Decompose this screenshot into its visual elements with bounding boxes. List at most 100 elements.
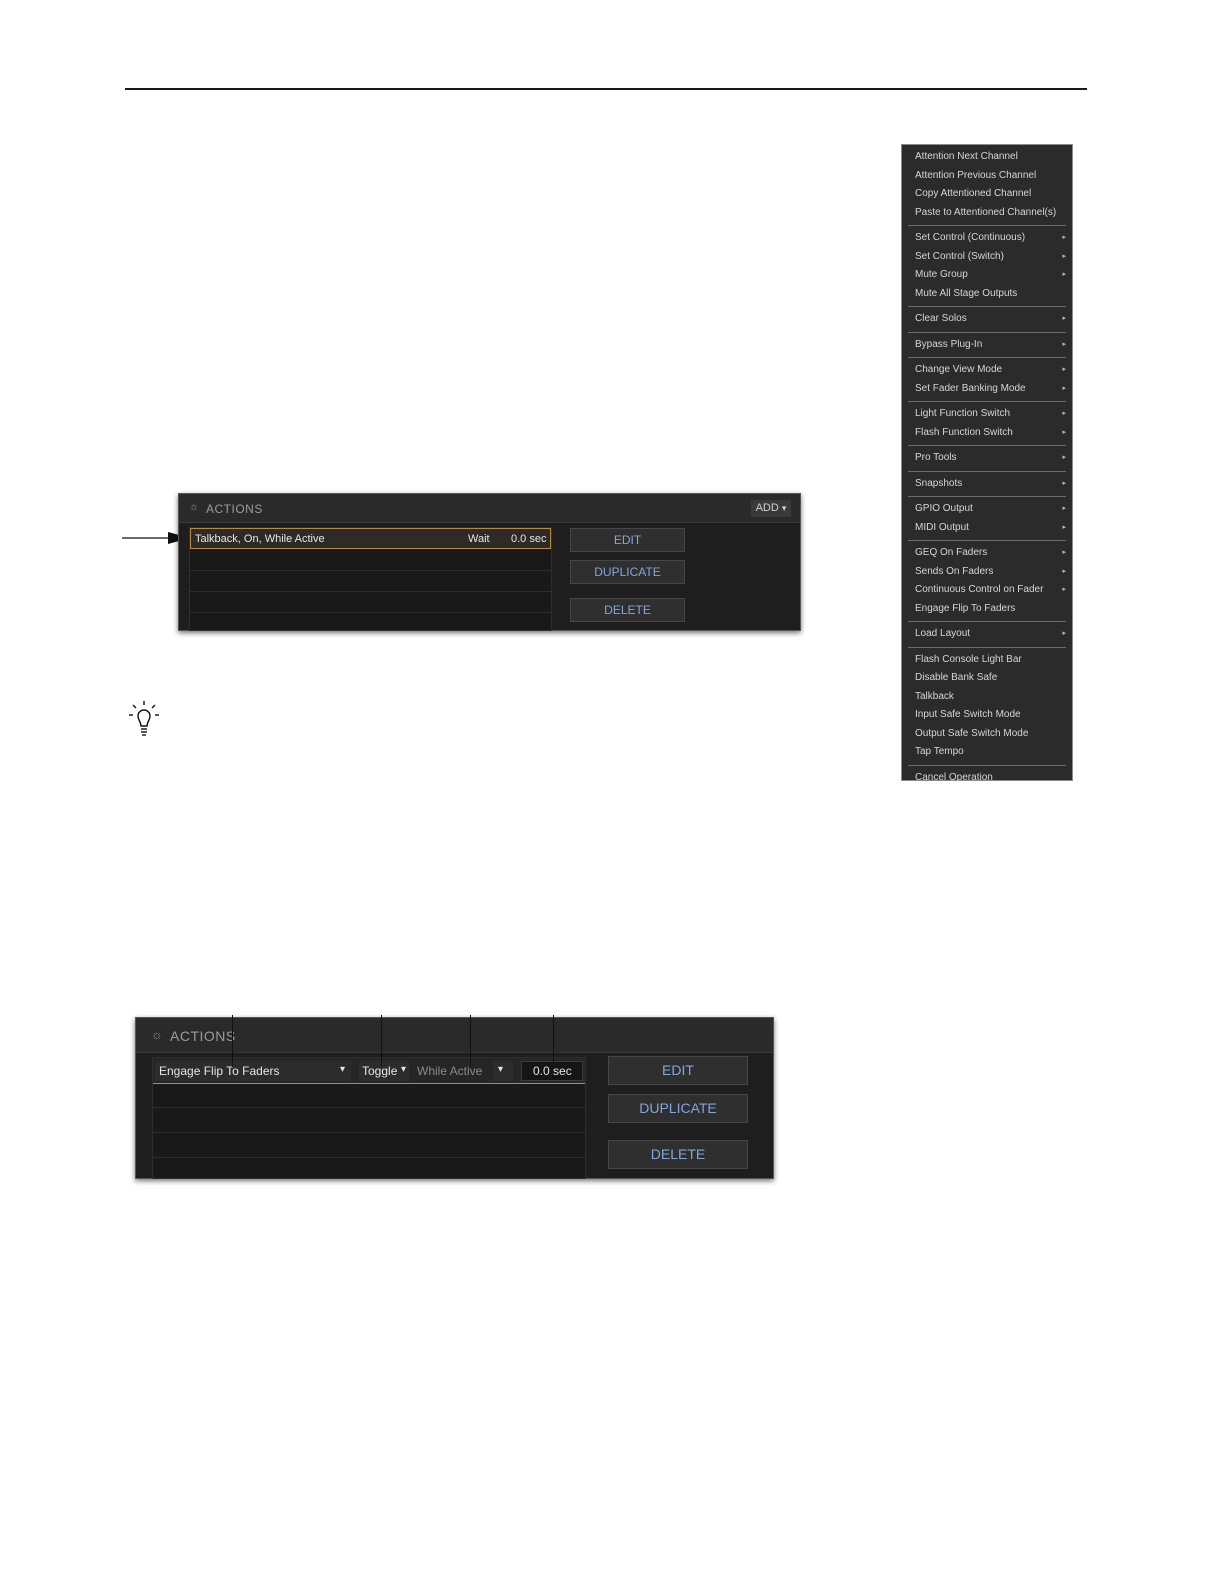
- menu-item[interactable]: Load Layout ▸: [902, 625, 1072, 644]
- menu-item-label: Attention Previous Channel: [915, 169, 1037, 181]
- add-button[interactable]: ADD ▾: [751, 500, 791, 517]
- menu-separator: [908, 331, 1066, 333]
- menu-item[interactable]: Tap Tempo: [902, 743, 1072, 762]
- submenu-arrow-icon: ▸: [1062, 315, 1066, 322]
- actions-panel-expanded: ☼ ACTIONS Engage Flip To Faders ▾ Toggle…: [135, 1017, 774, 1179]
- wait-label: Wait: [468, 533, 490, 545]
- menu-item[interactable]: Flash Console Light Bar: [902, 651, 1072, 670]
- menu-item[interactable]: Input Safe Switch Mode: [902, 706, 1072, 725]
- menu-item[interactable]: Mute All Stage Outputs: [902, 285, 1072, 304]
- menu-separator: [908, 540, 1066, 541]
- menu-item-label: MIDI Output: [915, 521, 969, 533]
- menu-separator: [908, 764, 1066, 766]
- menu-item[interactable]: Continuous Control on Fader ▸: [902, 581, 1072, 600]
- actions-panel-header: ☼ ACTIONS ADD ▾: [179, 494, 800, 523]
- action-row-selected[interactable]: Talkback, On, While Active Wait 0.0 sec: [190, 528, 551, 549]
- menu-item-label: Continuous Control on Fader: [915, 584, 1044, 595]
- menu-item-label: Flash Console Light Bar: [915, 653, 1022, 665]
- menu-item[interactable]: Engage Flip To Faders: [902, 600, 1072, 619]
- menu-item-label: Bypass Plug-In: [915, 338, 983, 350]
- timing-dropdown[interactable]: ▾: [493, 1061, 513, 1081]
- menu-item-label: Disable Bank Safe: [915, 672, 998, 683]
- menu-item-label: Clear Solos: [915, 313, 967, 324]
- submenu-arrow-icon: ▸: [1062, 410, 1066, 417]
- list-divider: [153, 1157, 585, 1158]
- menu-separator: [908, 470, 1066, 472]
- menu-separator: [908, 306, 1066, 307]
- submenu-arrow-icon: ▸: [1062, 549, 1066, 556]
- menu-item[interactable]: Mute Group ▸: [902, 266, 1072, 285]
- menu-item[interactable]: Cancel Operation: [902, 769, 1072, 788]
- menu-item[interactable]: Clear Solos ▸: [902, 310, 1072, 329]
- actions-title: ACTIONS: [170, 1028, 236, 1044]
- delete-button[interactable]: DELETE: [608, 1140, 748, 1169]
- delete-button[interactable]: DELETE: [570, 598, 685, 622]
- submenu-arrow-icon: ▸: [1062, 340, 1066, 348]
- list-divider: [190, 591, 551, 592]
- menu-item[interactable]: GPIO Output ▸: [902, 500, 1072, 519]
- menu-item[interactable]: Output Safe Switch Mode: [902, 725, 1072, 744]
- list-divider: [190, 612, 551, 613]
- menu-item-label: Sends On Faders: [915, 565, 994, 577]
- list-divider: [153, 1107, 585, 1108]
- menu-item[interactable]: Attention Previous Channel: [902, 167, 1072, 186]
- menu-item-label: Input Safe Switch Mode: [915, 709, 1021, 720]
- menu-item[interactable]: Flash Function Switch ▸: [902, 424, 1072, 443]
- menu-item[interactable]: Set Control (Continuous) ▸: [902, 229, 1072, 248]
- submenu-arrow-icon: ▸: [1062, 428, 1066, 436]
- menu-item[interactable]: MIDI Output ▸: [902, 519, 1072, 538]
- action-row-editing[interactable]: Engage Flip To Faders ▾ Toggle ▾ While A…: [153, 1058, 585, 1084]
- chevron-down-icon: ▾: [781, 503, 787, 513]
- menu-item[interactable]: Talkback: [902, 688, 1072, 707]
- duplicate-button[interactable]: DUPLICATE: [608, 1094, 748, 1123]
- menu-item[interactable]: Paste to Attentioned Channel(s): [902, 204, 1072, 223]
- menu-item-label: Mute Group: [915, 269, 968, 280]
- actions-list[interactable]: Talkback, On, While Active Wait 0.0 sec: [189, 527, 552, 631]
- menu-separator: [908, 357, 1066, 358]
- submenu-arrow-icon: ▸: [1062, 630, 1066, 637]
- menu-item-label: Engage Flip To Faders: [915, 602, 1016, 614]
- menu-separator: [908, 225, 1066, 226]
- menu-item[interactable]: Bypass Plug-In ▸: [902, 336, 1072, 355]
- menu-item[interactable]: Disable Bank Safe: [902, 669, 1072, 688]
- menu-item[interactable]: GEQ On Faders ▸: [902, 544, 1072, 563]
- edit-button[interactable]: EDIT: [608, 1056, 748, 1085]
- menu-item-label: Set Control (Continuous): [915, 232, 1026, 243]
- timing-value: While Active: [417, 1064, 483, 1078]
- submenu-arrow-icon: ▸: [1062, 366, 1066, 373]
- menu-item-label: Copy Attentioned Channel: [915, 188, 1032, 199]
- submenu-arrow-icon: ▸: [1062, 454, 1066, 461]
- menu-item[interactable]: Attention Next Channel: [902, 148, 1072, 167]
- menu-item[interactable]: Change View Mode ▸: [902, 361, 1072, 380]
- actions-list[interactable]: Engage Flip To Faders ▾ Toggle ▾ While A…: [152, 1057, 586, 1179]
- menu-item[interactable]: Sends On Faders ▸: [902, 563, 1072, 582]
- callout-line: [381, 1015, 382, 1067]
- menu-item-label: Change View Mode: [915, 364, 1003, 375]
- submenu-arrow-icon: ▸: [1062, 567, 1066, 575]
- menu-item[interactable]: Light Function Switch ▸: [902, 405, 1072, 424]
- menu-item[interactable]: Pro Tools ▸: [902, 449, 1072, 468]
- submenu-arrow-icon: ▸: [1062, 234, 1066, 241]
- edit-button[interactable]: EDIT: [570, 528, 685, 552]
- menu-item[interactable]: Snapshots ▸: [902, 475, 1072, 494]
- menu-item-label: Load Layout: [915, 628, 971, 639]
- mode-dropdown[interactable]: Toggle ▾: [359, 1061, 409, 1081]
- submenu-arrow-icon: ▸: [1062, 271, 1066, 278]
- menu-item-label: Talkback: [915, 690, 954, 702]
- menu-item[interactable]: Set Fader Banking Mode ▸: [902, 380, 1072, 399]
- delay-input[interactable]: 0.0 sec: [521, 1061, 583, 1081]
- actions-panel: ☼ ACTIONS ADD ▾ Talkback, On, While Acti…: [178, 493, 801, 631]
- add-action-menu: Attention Next Channel Attention Previous…: [901, 144, 1073, 783]
- menu-item[interactable]: Copy Attentioned Channel: [902, 185, 1072, 204]
- menu-separator: [908, 496, 1066, 497]
- menu-item-label: Output Safe Switch Mode: [915, 727, 1029, 739]
- wait-value: 0.0 sec: [511, 533, 547, 545]
- menu-separator: [908, 445, 1066, 446]
- submenu-arrow-icon: ▸: [1062, 505, 1066, 512]
- lightbulb-icon: ☼: [151, 1027, 163, 1042]
- action-type-dropdown[interactable]: Engage Flip To Faders ▾: [155, 1061, 351, 1081]
- duplicate-button[interactable]: DUPLICATE: [570, 560, 685, 584]
- action-description: Talkback, On, While Active: [195, 533, 325, 545]
- menu-item[interactable]: Set Control (Switch) ▸: [902, 248, 1072, 267]
- chevron-down-icon: ▾: [498, 1064, 504, 1075]
